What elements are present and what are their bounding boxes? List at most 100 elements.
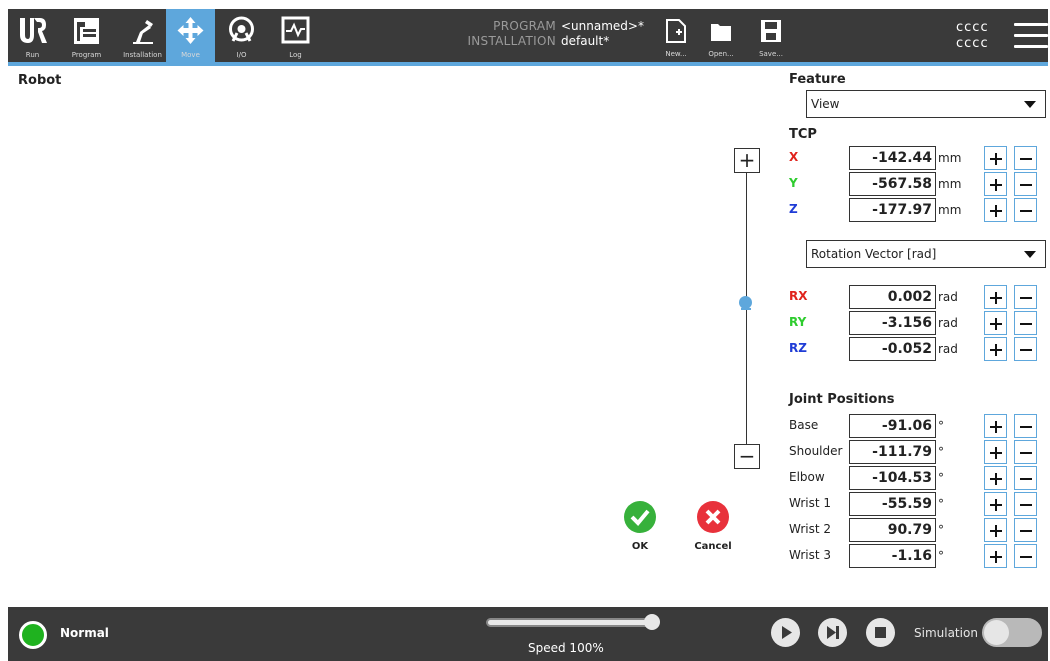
save-file-button[interactable]: Save... [748, 9, 794, 62]
menu-hamburger-icon[interactable] [1014, 21, 1050, 51]
tcp-z-minus-button[interactable] [1014, 198, 1037, 222]
nav-installation-label: Installation [123, 51, 162, 59]
installation-key: INSTALLATION [467, 34, 556, 48]
stop-icon [875, 627, 886, 638]
nav-run-button[interactable]: Run [8, 9, 57, 62]
joint-wrist-1-field[interactable]: -55.59 [849, 492, 936, 516]
joint-row-shoulder: Shoulder -111.79 ° [789, 440, 1044, 464]
chevron-down-icon [1024, 101, 1036, 108]
feature-selected: View [811, 97, 840, 111]
joint-wrist-3-minus-button[interactable] [1014, 544, 1037, 568]
new-file-button[interactable]: New... [653, 9, 699, 62]
new-file-label: New... [665, 50, 687, 58]
tcp-z-field[interactable]: -177.97 [849, 198, 936, 222]
tcp-y-label: Y [789, 176, 798, 190]
log-icon [281, 16, 310, 44]
program-icon [74, 18, 99, 44]
tcp-x-minus-button[interactable] [1014, 146, 1037, 170]
tcp-rz-minus-button[interactable] [1014, 337, 1037, 361]
tcp-y-field[interactable]: -567.58 [849, 172, 936, 196]
feature-title: Feature [789, 72, 846, 87]
joint-shoulder-label: Shoulder [789, 444, 843, 458]
feature-dropdown[interactable]: View [806, 90, 1046, 118]
joint-wrist-1-minus-button[interactable] [1014, 492, 1037, 516]
joint-wrist-3-field[interactable]: -1.16 [849, 544, 936, 568]
ur-logo-icon [20, 18, 47, 43]
tcp-rx-minus-button[interactable] [1014, 285, 1037, 309]
joint-wrist-2-label: Wrist 2 [789, 522, 831, 536]
tcp-ry-label: RY [789, 315, 807, 329]
tcp-z-unit: mm [938, 203, 962, 217]
simulation-label: Simulation [914, 626, 978, 640]
tcp-z-plus-button[interactable] [984, 198, 1007, 222]
joint-elbow-field[interactable]: -104.53 [849, 466, 936, 490]
zoom-in-button[interactable]: + [734, 148, 760, 173]
nav-log-button[interactable]: Log [271, 9, 320, 62]
simulation-toggle-knob [984, 620, 1009, 645]
tcp-ry-field[interactable]: -3.156 [849, 311, 936, 335]
program-name: <unnamed>* [561, 19, 644, 33]
tcp-rx-field[interactable]: 0.002 [849, 285, 936, 309]
tcp-ry-plus-button[interactable] [984, 311, 1007, 335]
save-icon [761, 20, 781, 42]
nav-io-button[interactable]: I/O [217, 9, 266, 62]
tcp-y-plus-button[interactable] [984, 172, 1007, 196]
simulation-toggle[interactable] [982, 618, 1042, 647]
stop-button[interactable] [866, 618, 895, 647]
installation-icon [133, 20, 153, 44]
open-file-button[interactable]: Open... [698, 9, 744, 62]
folder-icon [711, 24, 731, 41]
speed-slider-handle[interactable] [644, 614, 660, 630]
ok-button[interactable]: OK [610, 501, 670, 552]
nav-program-button[interactable]: Program [62, 9, 111, 62]
joint-wrist-3-plus-button[interactable] [984, 544, 1007, 568]
user-line-2: cccc [956, 36, 989, 51]
tcp-ry-unit: rad [938, 316, 958, 330]
joint-positions-title: Joint Positions [789, 392, 895, 407]
tcp-row-ry: RY -3.156 rad [789, 311, 1044, 335]
close-icon [697, 501, 729, 533]
nav-installation-button[interactable]: Installation [118, 9, 167, 62]
joint-wrist-1-label: Wrist 1 [789, 496, 831, 510]
tcp-rz-plus-button[interactable] [984, 337, 1007, 361]
joint-shoulder-plus-button[interactable] [984, 440, 1007, 464]
rotation-mode-dropdown[interactable]: Rotation Vector [rad] [806, 240, 1046, 268]
tcp-x-plus-button[interactable] [984, 146, 1007, 170]
speed-slider-track[interactable] [486, 618, 658, 627]
joint-base-minus-button[interactable] [1014, 414, 1037, 438]
save-file-label: Save... [759, 50, 783, 58]
tcp-rz-label: RZ [789, 341, 807, 355]
tcp-rx-unit: rad [938, 290, 958, 304]
joint-base-plus-button[interactable] [984, 414, 1007, 438]
joint-wrist-1-plus-button[interactable] [984, 492, 1007, 516]
joint-elbow-label: Elbow [789, 470, 825, 484]
tcp-rx-plus-button[interactable] [984, 285, 1007, 309]
status-indicator-icon[interactable] [19, 621, 47, 649]
joint-shoulder-minus-button[interactable] [1014, 440, 1037, 464]
io-icon [229, 16, 254, 42]
tcp-x-field[interactable]: -142.44 [849, 146, 936, 170]
joint-elbow-minus-button[interactable] [1014, 466, 1037, 490]
joint-wrist-2-plus-button[interactable] [984, 518, 1007, 542]
cancel-button[interactable]: Cancel [683, 501, 743, 552]
joint-wrist-2-field[interactable]: 90.79 [849, 518, 936, 542]
step-button[interactable] [818, 618, 847, 647]
joint-wrist-2-unit: ° [938, 523, 944, 537]
tcp-rz-field[interactable]: -0.052 [849, 337, 936, 361]
tcp-x-label: X [789, 150, 799, 164]
speed-label: Speed 100% [528, 641, 604, 655]
joint-shoulder-field[interactable]: -111.79 [849, 440, 936, 464]
joint-base-field[interactable]: -91.06 [849, 414, 936, 438]
tcp-y-minus-button[interactable] [1014, 172, 1037, 196]
rotation-mode-selected: Rotation Vector [rad] [811, 247, 937, 261]
tcp-row-y: Y -567.58 mm [789, 172, 1044, 196]
nav-program-label: Program [71, 51, 102, 59]
play-button[interactable] [771, 618, 800, 647]
move-icon [177, 17, 204, 44]
joint-elbow-plus-button[interactable] [984, 466, 1007, 490]
program-key: PROGRAM [493, 19, 556, 33]
nav-move-button[interactable]: Move [166, 9, 215, 62]
zoom-out-button[interactable]: − [734, 444, 760, 469]
joint-wrist-2-minus-button[interactable] [1014, 518, 1037, 542]
tcp-ry-minus-button[interactable] [1014, 311, 1037, 335]
